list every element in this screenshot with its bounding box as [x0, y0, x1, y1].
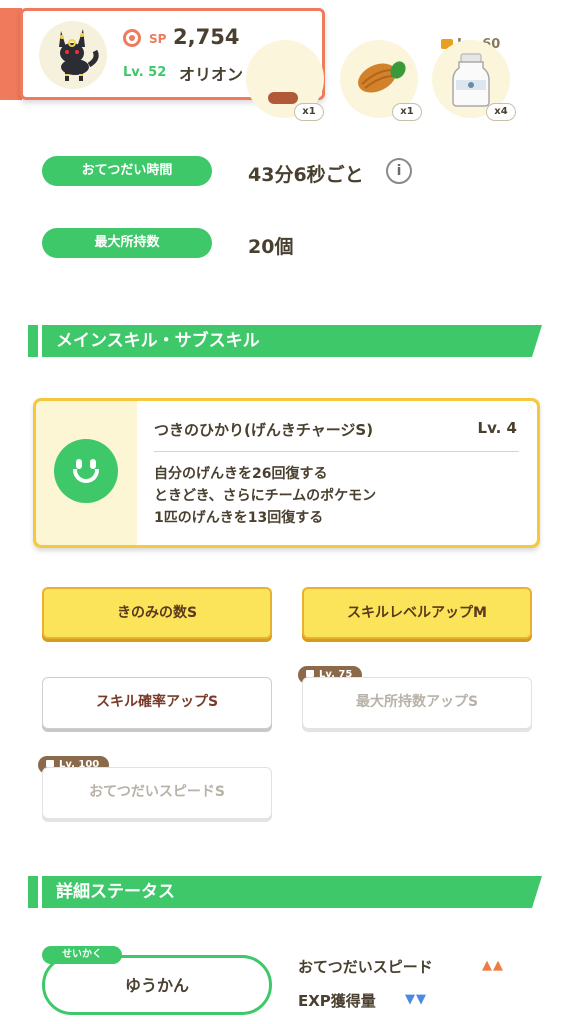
down-arrows-icon: ▼▼ [405, 992, 427, 1007]
umbreon-icon [59, 29, 99, 81]
pokemon-detail-screen: SP 2,754 Lv. 52 オリオン x1 x1 Lv. 60 x4 おてつ… [0, 0, 573, 1024]
main-skill-card[interactable]: つきのひかり(げんきチャージS) Lv. 4 自分のげんきを26回復する ときど… [33, 398, 540, 548]
nature-tag: せいかく [42, 946, 122, 964]
sub-skill-helping-speed-s[interactable]: おてつだいスピードS [42, 767, 272, 819]
up-arrows-icon: ▲▲ [482, 958, 504, 973]
lock-icon [306, 670, 314, 677]
pokemon-level: Lv. 52 [123, 65, 167, 80]
header-accent-strip [0, 8, 22, 100]
lock-icon [46, 760, 54, 767]
nature-down-label: EXP獲得量 [298, 992, 376, 1010]
ingredient-icon [268, 92, 298, 104]
info-icon[interactable]: i [386, 158, 412, 184]
nature-up-label: おてつだいスピード [298, 958, 433, 976]
main-skill-icon-panel [36, 401, 137, 545]
help-time-label: おてつだい時間 [42, 156, 212, 186]
sub-skill-inventory-up-s[interactable]: 最大所持数アップS [302, 677, 532, 729]
help-time-value: 43分6秒ごと [248, 164, 364, 186]
ingredient-qty-3: x4 [486, 103, 516, 121]
details-section-title: 詳細ステータス [42, 876, 542, 908]
pokemon-avatar [39, 21, 107, 89]
max-carry-value: 20個 [248, 236, 294, 258]
sp-label: SP [149, 32, 167, 46]
sp-value: 2,754 [173, 25, 240, 49]
smile-icon [54, 439, 118, 503]
sub-skill-berry-count-s[interactable]: きのみの数S [42, 587, 272, 639]
main-skill-description: 自分のげんきを26回復する ときどき、さらにチームのポケモン 1匹のげんきを13… [154, 466, 377, 526]
pokemon-name: オリオン [179, 65, 244, 84]
main-skill-name: つきのひかり(げんきチャージS) [154, 421, 374, 439]
ingredient-qty-2: x1 [392, 103, 422, 121]
nature-value[interactable]: ゆうかん [42, 955, 272, 1015]
main-skill-level: Lv. 4 [477, 419, 517, 437]
divider [154, 451, 519, 452]
sub-skill-skill-trigger-s[interactable]: スキル確率アップS [42, 677, 272, 729]
max-carry-label: 最大所持数 [42, 228, 212, 258]
section-accent-bar [28, 325, 38, 357]
section-accent-bar [28, 876, 38, 908]
ingredient-qty-1: x1 [294, 103, 324, 121]
skills-section-title: メインスキル・サブスキル [42, 325, 542, 357]
sub-skill-skill-level-up-m[interactable]: スキルレベルアップM [302, 587, 532, 639]
sp-icon [123, 29, 141, 47]
